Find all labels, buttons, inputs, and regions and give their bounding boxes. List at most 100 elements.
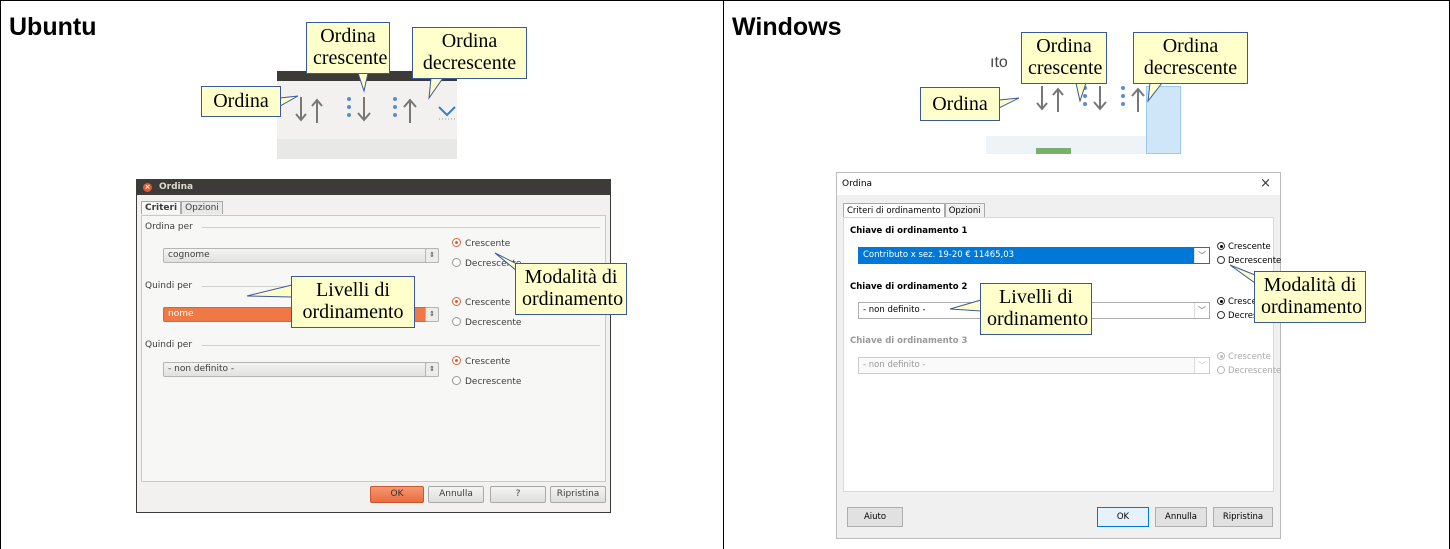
callout-ascending: Ordina crescente xyxy=(306,22,390,74)
radio-dot xyxy=(452,376,461,385)
radio-ascending-1[interactable]: Crescente xyxy=(452,238,510,250)
callout-descending: Ordina decrescente xyxy=(1133,32,1248,84)
callout-ascending-tail xyxy=(357,72,369,93)
callout-sort: Ordina xyxy=(201,86,281,117)
spin-icon[interactable]: ⇕ xyxy=(425,307,439,322)
radio-dot xyxy=(1217,366,1225,374)
callout-levels: Livelli di ordinamento xyxy=(291,276,415,328)
group-label-2: Quindi per xyxy=(145,281,193,291)
sort-key-1-select[interactable]: Contributo x sez. 19-20 € 11465,03 ﹀ xyxy=(858,247,1210,264)
dialog-titlebar: Ordina × xyxy=(837,173,1280,195)
callout-levels-tail xyxy=(246,284,293,298)
radio-dot xyxy=(1217,242,1225,250)
sort-descending-icon[interactable] xyxy=(391,93,421,129)
sort-key-1-select[interactable]: cognome xyxy=(163,248,439,263)
radio-ascending-3[interactable]: Crescente xyxy=(452,356,510,368)
reset-button[interactable]: Ripristina xyxy=(1213,507,1273,527)
cancel-button[interactable]: Annulla xyxy=(1155,507,1207,527)
dialog-titlebar: × Ordina xyxy=(137,180,610,195)
radio-label: Decrescente xyxy=(465,318,522,328)
radio-label: Crescente xyxy=(465,239,511,249)
spin-icon[interactable]: ⇕ xyxy=(425,248,439,263)
key-label-2: Chiave di ordinamento 2 xyxy=(850,282,968,292)
key-label-1: Chiave di ordinamento 1 xyxy=(850,226,968,236)
dialog-title: Ordina xyxy=(159,182,194,192)
radio-ascending-1[interactable]: Crescente xyxy=(1217,242,1271,253)
sort-ascending-icon[interactable] xyxy=(345,93,375,129)
spin-icon[interactable]: ⇕ xyxy=(425,362,439,377)
sort-icon[interactable] xyxy=(1034,82,1070,116)
tab-criteri[interactable]: Criteri di ordinamento xyxy=(843,203,945,218)
cancel-button[interactable]: Annulla xyxy=(428,486,484,503)
divider xyxy=(202,227,600,228)
callout-sort: Ordina xyxy=(920,87,1000,121)
ubuntu-panel: Ubuntu Ordina Ordina crescente Ordina de… xyxy=(0,0,724,549)
toolbar-fragment: ıto xyxy=(990,54,1008,71)
radio-label: Crescente xyxy=(465,298,511,308)
radio-label: Decrescente xyxy=(465,377,522,387)
key-label-3: Chiave di ordinamento 3 xyxy=(850,336,968,346)
radio-ascending-3: Crescente xyxy=(1217,352,1271,363)
chevron-down-icon[interactable]: ﹀ xyxy=(1194,303,1209,318)
callout-sort-tail xyxy=(998,97,1020,109)
radio-descending-3[interactable]: Decrescente xyxy=(452,376,521,388)
callout-sort-tail xyxy=(279,95,299,107)
sort-key-3-select: - non definito - ﹀ xyxy=(858,357,1210,374)
callout-descending: Ordina decrescente xyxy=(412,27,527,79)
ok-button[interactable]: OK xyxy=(1097,507,1149,527)
windows-panel: Windows ıto Ordina Ordina crescente Ordi… xyxy=(723,0,1450,549)
radio-dot xyxy=(1217,297,1225,305)
ok-button[interactable]: OK xyxy=(370,486,424,503)
radio-dot xyxy=(452,297,461,306)
close-icon[interactable]: × xyxy=(1260,173,1271,195)
dialog-tabs: Criteri di ordinamento Opzioni xyxy=(843,203,985,218)
divider xyxy=(202,345,600,346)
dialog-tabs: Criteri Opzioni xyxy=(141,201,223,214)
radio-label: Crescente xyxy=(465,357,511,367)
group-label-1: Ordina per xyxy=(145,222,193,232)
radio-dot xyxy=(1217,311,1225,319)
radio-dot xyxy=(452,356,461,365)
dialog-body: Ordina per cognome ⇕ Crescente Decrescen… xyxy=(141,215,606,482)
radio-ascending-2[interactable]: Crescente xyxy=(452,297,510,309)
help-button[interactable]: ? xyxy=(490,486,546,503)
dialog-body: Chiave di ordinamento 1 Contributo x sez… xyxy=(843,217,1281,492)
select-value: Contributo x sez. 19-20 € 11465,03 xyxy=(863,250,1015,260)
select-value: - non definito - xyxy=(863,360,926,370)
radio-dot xyxy=(452,317,461,326)
tab-opzioni[interactable]: Opzioni xyxy=(944,203,985,218)
help-button[interactable]: Aiuto xyxy=(847,507,903,527)
callout-descending-tail xyxy=(428,77,444,100)
group-label-3: Quindi per xyxy=(145,340,193,350)
radio-dot xyxy=(1217,352,1225,360)
callout-levels: Livelli di ordinamento xyxy=(980,283,1092,335)
radio-label: Crescente xyxy=(1228,242,1271,252)
close-icon[interactable]: × xyxy=(143,183,152,192)
ubuntu-sort-dialog: × Ordina Criteri Opzioni Ordina per cogno… xyxy=(136,179,611,513)
dialog-title: Ordina xyxy=(842,179,873,189)
callout-descending-tail xyxy=(1147,82,1164,103)
callout-mode-tail xyxy=(1229,264,1256,284)
windows-sort-dialog: Ordina × Criteri di ordinamento Opzioni C… xyxy=(836,172,1281,539)
tab-criteri[interactable]: Criteri xyxy=(141,201,182,214)
reset-button[interactable]: Ripristina xyxy=(550,486,606,503)
sort-key-3-select[interactable]: - non definito - xyxy=(163,362,439,377)
autofilter-icon[interactable] xyxy=(437,103,457,123)
windows-title: Windows xyxy=(732,13,842,41)
radio-descending-3: Decrescente xyxy=(1217,366,1281,377)
radio-label: Decrescente xyxy=(1228,366,1282,376)
callout-levels-tail xyxy=(949,299,982,312)
chevron-down-icon[interactable]: ﹀ xyxy=(1194,248,1209,263)
tab-opzioni[interactable]: Opzioni xyxy=(181,201,223,214)
ubuntu-title: Ubuntu xyxy=(9,13,97,41)
radio-descending-2[interactable]: Decrescente xyxy=(452,317,521,329)
radio-dot xyxy=(452,238,461,247)
radio-dot xyxy=(1217,256,1225,264)
callout-mode: Modalità di ordinamento xyxy=(1254,271,1366,323)
callout-ascending-tail xyxy=(1075,82,1087,103)
callout-ascending: Ordina crescente xyxy=(1021,32,1107,84)
select-value: - non definito - xyxy=(863,305,926,315)
callout-mode: Modalità di ordinamento xyxy=(515,263,627,315)
sort-descending-icon[interactable] xyxy=(1119,82,1149,116)
chevron-down-icon: ﹀ xyxy=(1194,358,1209,373)
